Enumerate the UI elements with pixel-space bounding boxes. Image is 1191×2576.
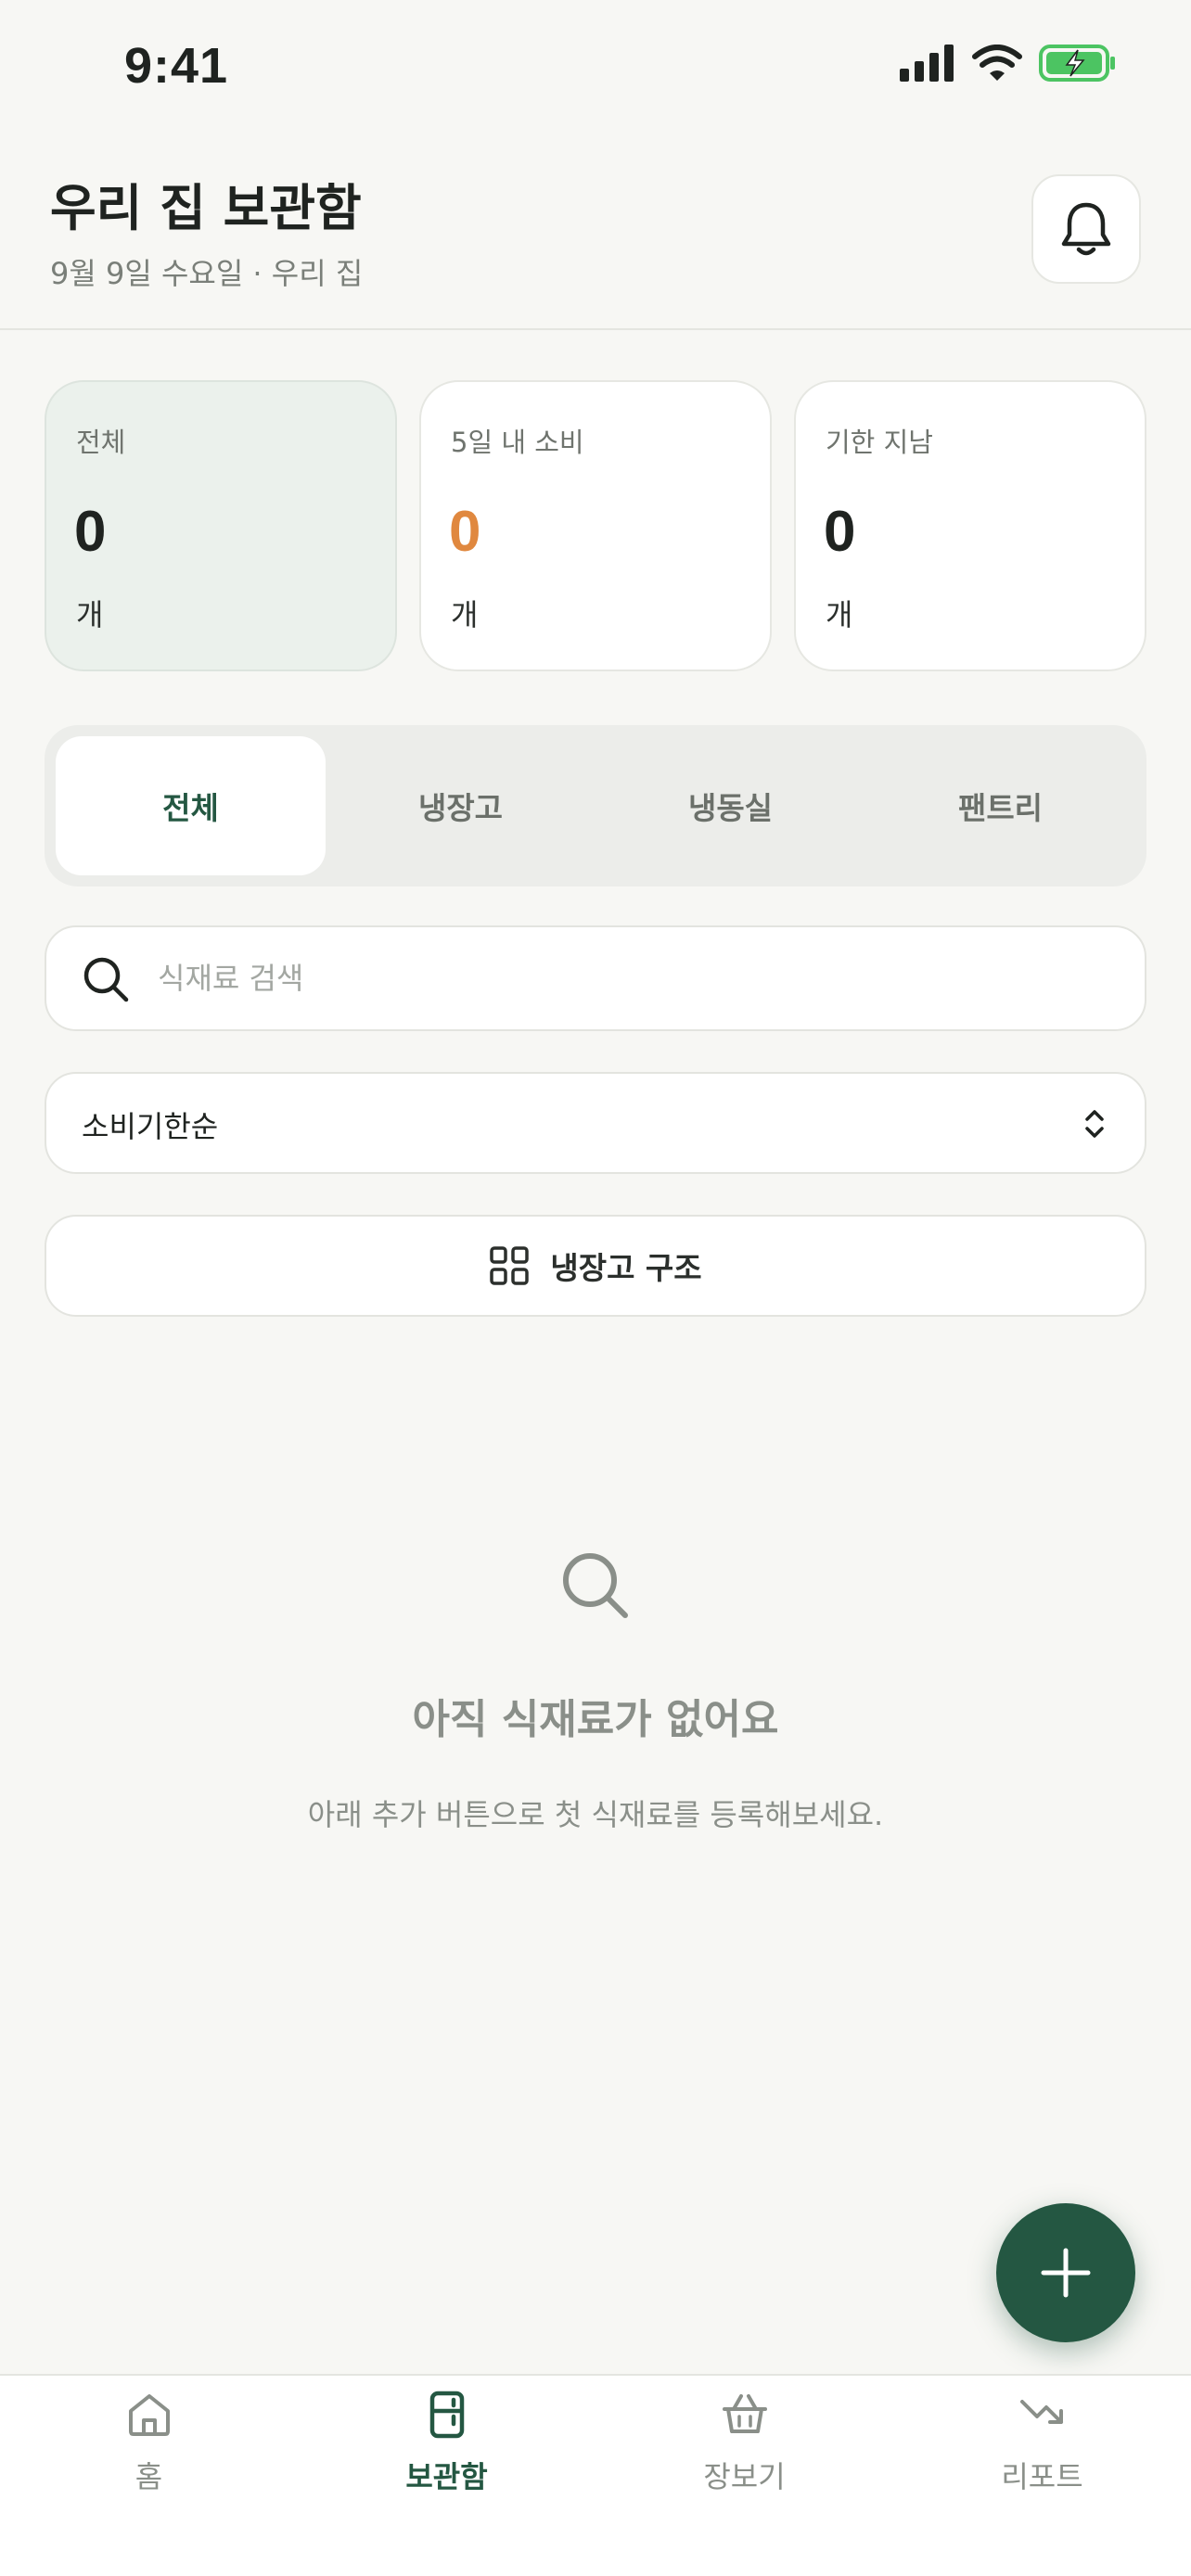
sort-selected-value: 소비기한순 [82,1109,219,1144]
empty-state-title: 아직 식재료가 없어요 [412,1696,779,1743]
empty-state: 아직 식재료가 없어요 아래 추가 버튼으로 첫 식재료를 등록해보세요. [0,1549,1191,1834]
status-time: 9:41 [124,38,229,94]
nav-label: 보관함 [405,2459,488,2494]
bell-icon [1061,202,1111,256]
header: 우리 집 보관함 9월 9일 수요일 · 우리 집 [0,148,1191,330]
battery-icon [1039,45,1115,82]
status-bar: 9:41 [0,0,1191,130]
sort-select[interactable]: 소비기한순 [45,1072,1146,1174]
stat-unit: 개 [76,597,104,632]
stat-unit: 개 [451,597,479,632]
nav-item-storage[interactable]: 보관함 [298,2376,596,2576]
fridge-icon [429,2391,464,2439]
stat-label: 전체 [76,427,126,458]
stat-value: 0 [824,500,856,564]
bottom-nav: 홈 보관함 장보기 리포트 [0,2374,1191,2576]
stats-row: 전체 0 개 5일 내 소비 0 개 기한 지남 0 개 [45,380,1146,671]
stat-label: 5일 내 소비 [451,427,584,458]
wifi-icon [972,45,1022,81]
search-icon [83,957,129,1002]
chevron-up-down-icon [1085,1110,1104,1138]
trend-icon [1019,2400,1063,2424]
tab-freezer[interactable]: 냉동실 [596,736,865,875]
basket-icon [722,2394,767,2433]
fridge-structure-label: 냉장고 구조 [550,1250,702,1286]
grid-icon [490,1246,530,1285]
storage-tabs: 전체 냉장고 냉동실 팬트리 [45,725,1146,886]
nav-label: 장보기 [703,2459,786,2494]
tab-fridge[interactable]: 냉장고 [326,736,596,875]
search-input[interactable] [158,927,1085,1029]
page-title: 우리 집 보관함 [50,179,362,237]
stat-value: 0 [449,500,481,564]
fridge-structure-button[interactable]: 냉장고 구조 [45,1215,1146,1317]
stat-unit: 개 [826,597,853,632]
nav-label: 리포트 [1001,2459,1083,2494]
tab-all[interactable]: 전체 [56,736,326,875]
page-subtitle: 9월 9일 수요일 · 우리 집 [50,256,364,291]
nav-item-home[interactable]: 홈 [0,2376,298,2576]
notification-button[interactable] [1031,174,1141,284]
plus-icon [1041,2248,1091,2298]
home-icon [128,2394,170,2436]
empty-state-description: 아래 추가 버튼으로 첫 식재료를 등록해보세요. [307,1797,884,1832]
stat-card-expiring-soon[interactable]: 5일 내 소비 0 개 [419,380,772,671]
nav-label: 홈 [134,2459,163,2494]
search-icon [563,1553,628,1618]
status-icons [900,45,1117,82]
stat-card-total[interactable]: 전체 0 개 [45,380,397,671]
tab-pantry[interactable]: 팬트리 [865,736,1135,875]
stat-card-expired[interactable]: 기한 지남 0 개 [794,380,1146,671]
nav-item-report[interactable]: 리포트 [893,2376,1191,2576]
stat-label: 기한 지남 [826,427,933,458]
nav-item-shopping[interactable]: 장보기 [596,2376,893,2576]
add-item-button[interactable] [996,2203,1135,2342]
signal-icon [900,45,954,82]
stat-value: 0 [74,500,107,564]
search-box [45,925,1146,1031]
